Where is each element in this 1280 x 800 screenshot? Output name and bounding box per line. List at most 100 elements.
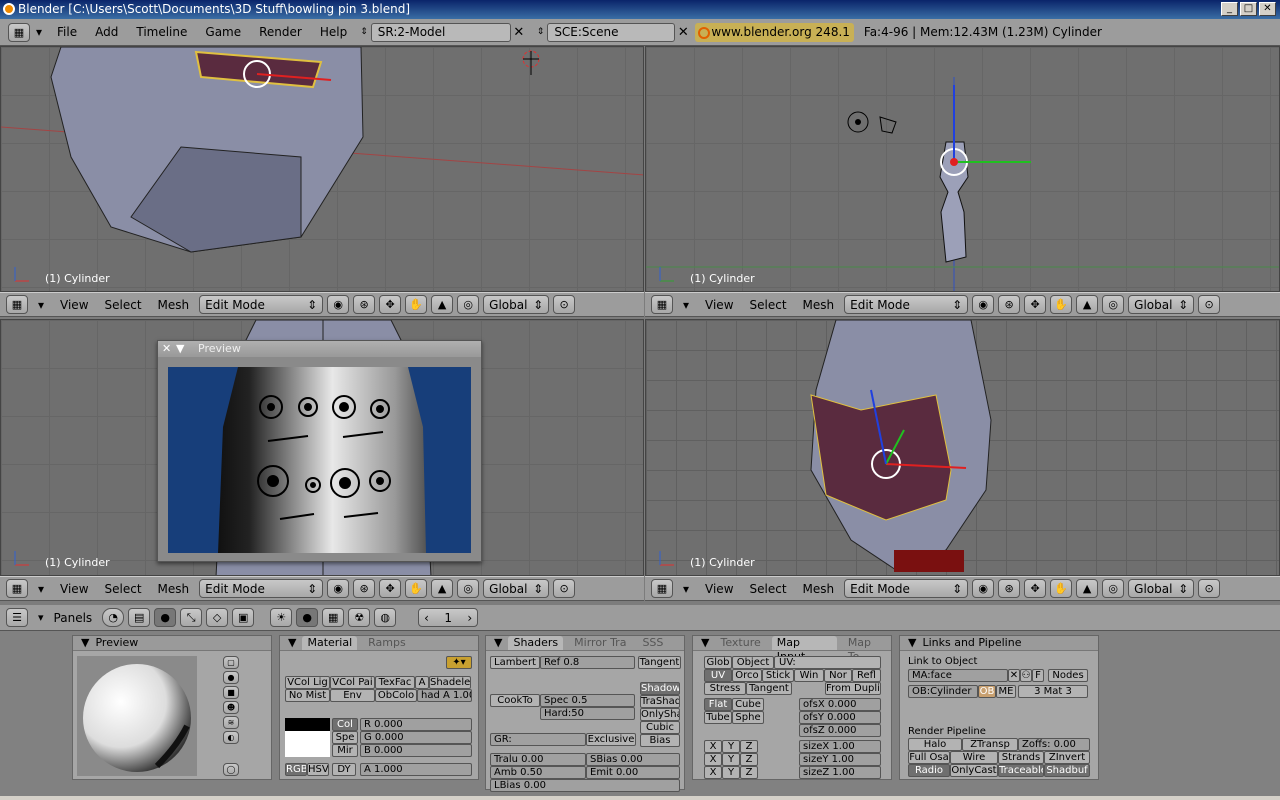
- orientation-select[interactable]: Global ⇕: [1128, 295, 1195, 314]
- no-mist-toggle[interactable]: No Mist: [285, 689, 330, 702]
- menu-select[interactable]: Select: [744, 298, 793, 312]
- ref-slider[interactable]: Ref 0.8: [540, 656, 635, 669]
- manipulator-toggle-icon[interactable]: ✥: [1024, 295, 1047, 314]
- uv-coord-button[interactable]: UV: [704, 669, 732, 682]
- col-button[interactable]: Col: [332, 718, 358, 731]
- tab-mirror-transp[interactable]: Mirror Tra: [569, 636, 631, 650]
- window-type-icon[interactable]: ▦: [8, 22, 30, 42]
- collapse-menu-icon[interactable]: ▾: [677, 582, 695, 596]
- emit-slider[interactable]: Emit 0.00: [586, 766, 680, 779]
- traceable-toggle[interactable]: Traceable: [998, 764, 1044, 777]
- specular-shader-select[interactable]: CookTo: [490, 694, 540, 707]
- ofs-z-field[interactable]: ofsZ 0.000: [799, 724, 881, 737]
- preview-sky-icon[interactable]: ◐: [223, 731, 239, 744]
- cube-proj-button[interactable]: Cube: [732, 698, 764, 711]
- window-type-icon[interactable]: ☰: [6, 608, 28, 627]
- menu-help[interactable]: Help: [311, 25, 356, 39]
- onlyshadow-toggle[interactable]: OnlySha: [640, 708, 680, 721]
- alpha-slider[interactable]: A 1.000: [360, 763, 472, 776]
- preview-monkey-icon[interactable]: ☻: [223, 701, 239, 714]
- menu-timeline[interactable]: Timeline: [127, 25, 196, 39]
- rotate-triangle-icon[interactable]: ▲: [1076, 295, 1099, 314]
- scene-context-icon[interactable]: ▣: [232, 608, 255, 627]
- object-name-field[interactable]: OB:Cylinder: [908, 685, 978, 698]
- texface-toggle[interactable]: TexFac: [375, 676, 415, 689]
- collapse-menu-icon[interactable]: ▾: [32, 298, 50, 312]
- mode-select[interactable]: Edit Mode ⇕: [199, 295, 324, 314]
- orientation-select[interactable]: Global ⇕: [1128, 579, 1195, 598]
- orientation-select[interactable]: Global ⇕: [483, 295, 550, 314]
- shadow-toggle[interactable]: Shadow: [640, 682, 680, 695]
- bias-toggle[interactable]: Bias: [640, 734, 680, 747]
- glob-coord-button[interactable]: Glob: [704, 656, 732, 669]
- draw-type-icon[interactable]: ◉: [972, 295, 995, 314]
- sbias-slider[interactable]: SBias 0.00: [586, 753, 680, 766]
- map-y-x[interactable]: X: [704, 753, 722, 766]
- env-toggle[interactable]: Env: [330, 689, 375, 702]
- map-x-z[interactable]: Z: [740, 740, 758, 753]
- size-z-field[interactable]: sizeZ 1.00: [799, 766, 881, 779]
- refl-coord-button[interactable]: Refl: [852, 669, 881, 682]
- menu-select[interactable]: Select: [99, 298, 148, 312]
- vcol-light-toggle[interactable]: VCol Lig: [285, 676, 330, 689]
- script-context-icon[interactable]: ▤: [128, 608, 151, 627]
- map-z-x[interactable]: X: [704, 766, 722, 779]
- col-swatch[interactable]: [285, 718, 330, 731]
- screen-name-field[interactable]: SR:2-Model: [370, 22, 511, 42]
- texture-buttons-icon[interactable]: ▦: [322, 608, 345, 627]
- draw-type-icon[interactable]: ◉: [327, 579, 350, 598]
- trashad-toggle[interactable]: TraShad: [640, 695, 680, 708]
- collapse-menu-icon[interactable]: ▾: [30, 25, 48, 39]
- shading-context-icon[interactable]: ●: [154, 608, 177, 627]
- onlycast-toggle[interactable]: OnlyCast: [950, 764, 998, 777]
- tab-sss[interactable]: SSS: [637, 636, 668, 650]
- material-buttons-icon[interactable]: ●: [296, 608, 319, 627]
- blue-slider[interactable]: B 0.000: [360, 744, 472, 757]
- tab-texture[interactable]: Texture: [715, 636, 765, 650]
- spe-button[interactable]: Spe: [332, 731, 358, 744]
- nor-coord-button[interactable]: Nor: [824, 669, 852, 682]
- size-y-field[interactable]: sizeY 1.00: [799, 753, 881, 766]
- rotate-triangle-icon[interactable]: ▲: [431, 295, 454, 314]
- tab-map-input[interactable]: Map Input: [771, 636, 837, 663]
- preview-refresh-icon[interactable]: ◯: [223, 763, 239, 776]
- sphere-proj-button[interactable]: Sphe: [732, 711, 764, 724]
- render-preview-window[interactable]: ✕ ▼ Preview: [157, 340, 482, 562]
- scale-circle-icon[interactable]: ◎: [1102, 579, 1125, 598]
- logic-context-icon[interactable]: ◔: [102, 608, 125, 627]
- strands-toggle[interactable]: Strands: [998, 751, 1044, 764]
- viewport-top-right[interactable]: (1) Cylinder: [645, 46, 1280, 292]
- manipulator-toggle-icon[interactable]: ✥: [1024, 579, 1047, 598]
- size-x-field[interactable]: sizeX 1.00: [799, 740, 881, 753]
- map-z-z[interactable]: Z: [740, 766, 758, 779]
- preview-plane-icon[interactable]: ▢: [223, 656, 239, 669]
- hard-slider[interactable]: Hard:50: [540, 707, 635, 720]
- pivot-icon[interactable]: ⊛: [998, 579, 1021, 598]
- orco-coord-button[interactable]: Orco: [732, 669, 762, 682]
- map-y-y[interactable]: Y: [722, 753, 740, 766]
- diffuse-shader-select[interactable]: Lambert: [490, 656, 540, 669]
- grab-hand-icon[interactable]: ✋: [405, 295, 428, 314]
- object-coord-button[interactable]: Object: [732, 656, 774, 669]
- radiosity-buttons-icon[interactable]: ☢: [348, 608, 371, 627]
- hsv-mode-button[interactable]: HSV: [307, 763, 329, 776]
- tube-proj-button[interactable]: Tube: [704, 711, 732, 724]
- menu-mesh[interactable]: Mesh: [152, 582, 196, 596]
- rgb-mode-button[interactable]: RGB: [285, 763, 307, 776]
- collapse-menu-icon[interactable]: ▾: [32, 582, 50, 596]
- tab-material[interactable]: Material: [302, 636, 358, 650]
- menu-render[interactable]: Render: [250, 25, 311, 39]
- preview-hair-icon[interactable]: ≋: [223, 716, 239, 729]
- preview-sphere-icon[interactable]: ●: [223, 671, 239, 684]
- grab-hand-icon[interactable]: ✋: [1050, 295, 1073, 314]
- window-type-icon[interactable]: ▦: [651, 579, 673, 598]
- ofs-x-field[interactable]: ofsX 0.000: [799, 698, 881, 711]
- menu-mesh[interactable]: Mesh: [797, 582, 841, 596]
- menu-select[interactable]: Select: [744, 582, 793, 596]
- menu-mesh[interactable]: Mesh: [152, 298, 196, 312]
- fake-user-toggle[interactable]: F: [1032, 669, 1044, 682]
- scale-circle-icon[interactable]: ◎: [457, 295, 480, 314]
- tangent-toggle[interactable]: Tangent: [638, 656, 681, 669]
- close-button[interactable]: ✕: [1259, 2, 1276, 16]
- green-slider[interactable]: G 0.000: [360, 731, 472, 744]
